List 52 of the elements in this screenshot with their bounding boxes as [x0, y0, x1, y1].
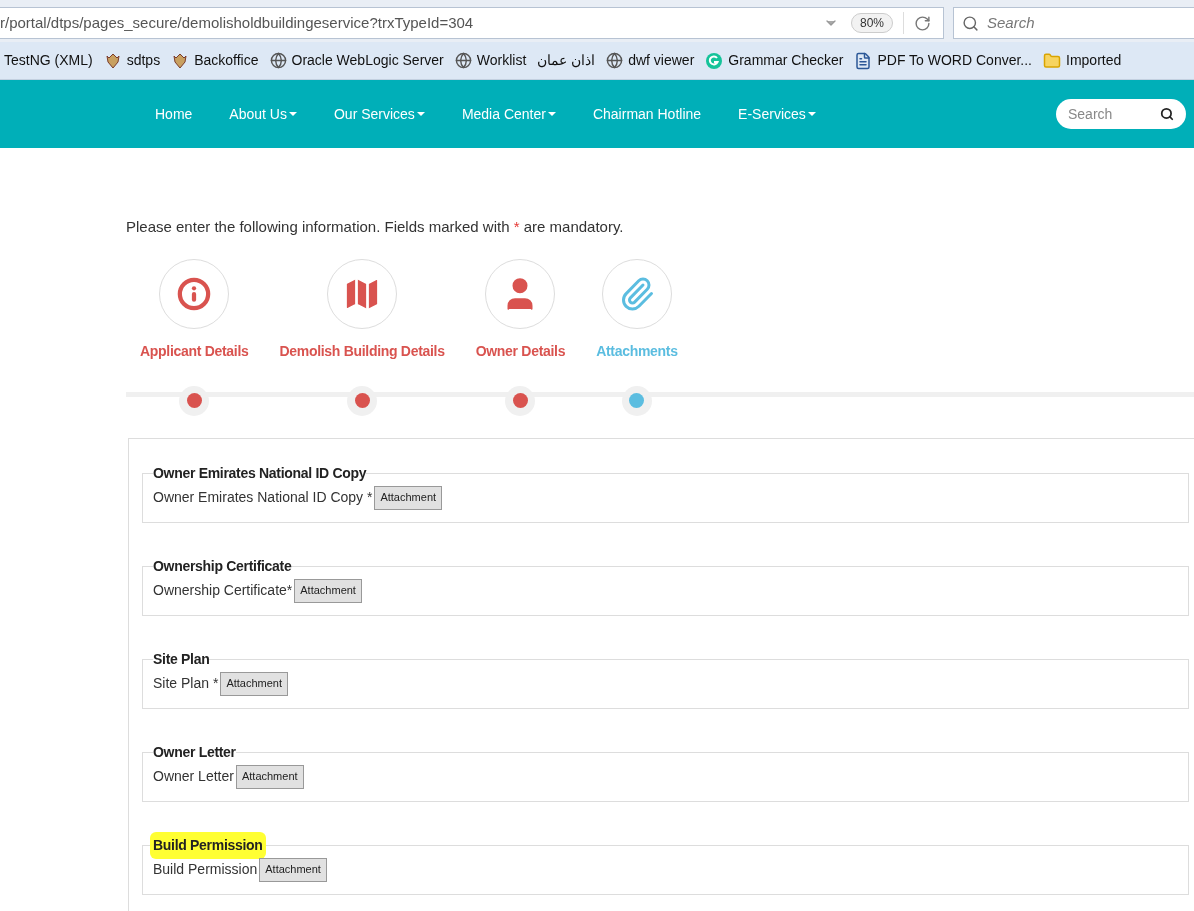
- attachment-button[interactable]: Attachment: [220, 671, 288, 696]
- field-label: Site Plan *: [153, 674, 219, 693]
- globe-icon: [606, 52, 624, 69]
- step-label[interactable]: Owner Details: [475, 340, 566, 362]
- group-title: Build Permission: [153, 834, 263, 856]
- url-text: r/portal/dtps/pages_secure/demolisholdbuildingeservice?trxTypeId=304: [0, 12, 475, 33]
- bookmark-item[interactable]: Worklist: [454, 50, 527, 71]
- search-placeholder: Search: [1068, 104, 1114, 124]
- bookmark-item[interactable]: TestNG (XML): [4, 50, 93, 71]
- field-label: Build Permission: [153, 860, 258, 879]
- field-label: Ownership Certificate*: [153, 581, 293, 600]
- attachment-button[interactable]: Attachment: [294, 578, 362, 603]
- search-icon: [962, 14, 979, 32]
- grammar-icon: [705, 51, 724, 70]
- group-title: Ownership Certificate: [153, 556, 292, 576]
- search-icon: [1160, 107, 1174, 121]
- bookmark-item[interactable]: Oracle WebLogic Server: [269, 50, 444, 71]
- attachment-button[interactable]: Attachment: [374, 485, 443, 510]
- bookmark-item[interactable]: PDF To WORD Conver...: [854, 50, 1032, 71]
- step-label[interactable]: Applicant Details: [140, 340, 249, 362]
- bookmark-item[interactable]: Imported: [1043, 50, 1122, 71]
- reload-icon[interactable]: [914, 14, 931, 32]
- info-icon: [177, 276, 212, 311]
- zoom-badge[interactable]: 80%: [850, 13, 893, 33]
- field-label: Owner Emirates National ID Copy *: [153, 488, 373, 507]
- globe-icon: [269, 52, 287, 69]
- caret-icon: [547, 112, 556, 116]
- attachment-button[interactable]: Attachment: [259, 857, 327, 882]
- site-search-field[interactable]: Search: [1056, 99, 1186, 129]
- step-label[interactable]: Demolish Building Details: [279, 340, 445, 362]
- caret-icon: [807, 112, 816, 116]
- field-label: Owner Letter: [153, 767, 234, 786]
- bookmark-item[interactable]: dwf viewer: [606, 50, 695, 71]
- bookmark-item[interactable]: sdtps: [103, 50, 161, 71]
- bookmark-item[interactable]: Backoffice: [171, 50, 259, 71]
- group-title: Owner Letter: [153, 742, 236, 762]
- caret-icon: [288, 112, 297, 116]
- search-placeholder: Search: [987, 12, 1035, 33]
- group-title: Owner Emirates National ID Copy: [153, 463, 367, 483]
- group-title: Site Plan: [153, 649, 210, 669]
- globe-icon: [454, 52, 472, 69]
- emblem-icon: [103, 51, 122, 70]
- bookmark-item[interactable]: Grammar Checker: [705, 50, 844, 71]
- bookmark-item[interactable]: اذان عمان: [537, 50, 596, 71]
- caret-icon: [416, 112, 425, 116]
- address-bar[interactable]: r/portal/dtps/pages_secure/demolisholdbuildingeservice?trxTypeId=304 80%: [0, 7, 944, 39]
- intro-text: Please enter the following information. Fields marked with * are mandatory.: [126, 217, 624, 237]
- browser-search-field[interactable]: Search: [953, 7, 1194, 39]
- document-icon: [854, 51, 873, 70]
- emblem-icon: [171, 51, 190, 70]
- attachment-button[interactable]: Attachment: [235, 764, 304, 789]
- folder-icon: [1043, 51, 1061, 70]
